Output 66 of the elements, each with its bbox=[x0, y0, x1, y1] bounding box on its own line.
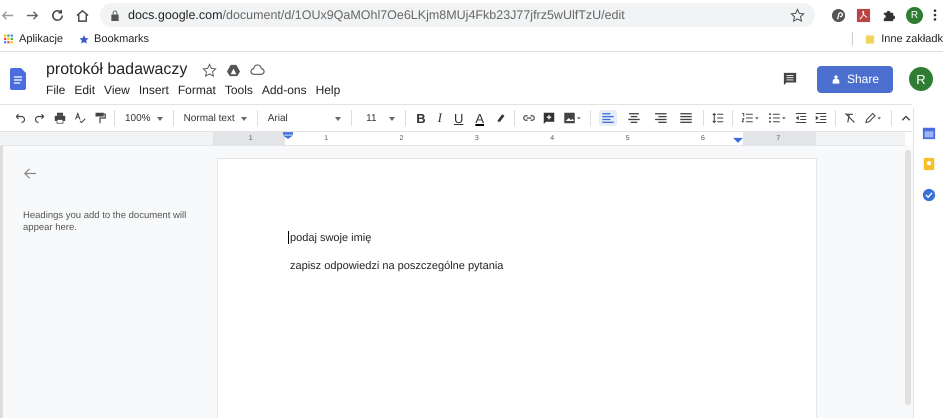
pencil-icon[interactable] bbox=[864, 112, 883, 124]
person-icon bbox=[830, 74, 841, 84]
indent-marker-icon[interactable] bbox=[283, 132, 293, 139]
star-icon[interactable] bbox=[79, 34, 90, 44]
clear-formatting-icon[interactable] bbox=[844, 112, 856, 124]
increase-indent-icon[interactable] bbox=[815, 112, 827, 124]
scrollbar[interactable] bbox=[905, 150, 911, 405]
menu-item[interactable]: Edit bbox=[74, 83, 96, 97]
calendar-icon[interactable] bbox=[922, 126, 936, 140]
profile-avatar[interactable]: R bbox=[906, 6, 923, 24]
home-icon[interactable] bbox=[75, 8, 90, 22]
link-icon[interactable] bbox=[523, 112, 535, 124]
numbered-list-icon[interactable] bbox=[741, 112, 760, 124]
text-color-button[interactable]: A bbox=[473, 110, 486, 126]
bold-button[interactable]: B bbox=[414, 110, 428, 126]
paragraph: zapisz odpowiedzi na poszczególne pytania bbox=[290, 260, 504, 272]
image-icon[interactable] bbox=[563, 112, 582, 124]
pin-extension-icon[interactable] bbox=[831, 8, 846, 22]
tasks-icon[interactable] bbox=[922, 188, 936, 202]
comment-icon[interactable] bbox=[782, 72, 797, 86]
cloud-icon[interactable] bbox=[250, 62, 266, 78]
star-icon[interactable] bbox=[790, 8, 805, 22]
redo-icon[interactable] bbox=[34, 112, 46, 124]
account-avatar[interactable]: R bbox=[909, 67, 933, 91]
spellcheck-icon[interactable] bbox=[74, 112, 86, 124]
line-spacing-icon[interactable] bbox=[712, 112, 724, 124]
underline-button[interactable]: U bbox=[452, 110, 466, 126]
menu-item[interactable]: Help bbox=[316, 83, 340, 97]
paragraph: podaj swoje imię bbox=[290, 232, 372, 244]
bookmark-link[interactable]: Bookmarks bbox=[94, 33, 150, 45]
pdf-extension-icon[interactable] bbox=[856, 8, 871, 22]
menu-item[interactable]: Format bbox=[178, 83, 216, 97]
document-page[interactable]: podaj swoje imię zapisz odpowiedzi na poszczególne pytania bbox=[217, 158, 817, 418]
menu-icon[interactable] bbox=[933, 8, 937, 22]
add-comment-icon[interactable] bbox=[543, 112, 555, 124]
back-arrow-icon[interactable] bbox=[23, 166, 38, 181]
bulleted-list-icon[interactable] bbox=[768, 112, 787, 124]
menu-item[interactable]: Tools bbox=[224, 83, 253, 97]
bookmark-folder[interactable]: Inne zakładk bbox=[881, 33, 943, 45]
paint-format-icon[interactable] bbox=[94, 112, 106, 124]
docs-logo-icon[interactable] bbox=[10, 68, 26, 90]
menu-item[interactable]: Insert bbox=[138, 83, 169, 97]
lock-icon bbox=[110, 10, 120, 20]
align-left-button[interactable] bbox=[599, 110, 617, 126]
italic-button[interactable]: I bbox=[436, 110, 444, 126]
outline-hint: Headings you add to the document will appear here. bbox=[23, 210, 188, 235]
menu-item[interactable]: Add-ons bbox=[262, 83, 307, 97]
print-icon[interactable] bbox=[54, 112, 66, 124]
decrease-indent-icon[interactable] bbox=[795, 112, 807, 124]
text-cursor bbox=[288, 231, 289, 244]
drive-icon[interactable] bbox=[226, 62, 242, 78]
menu-item[interactable]: File bbox=[46, 83, 66, 97]
undo-icon[interactable] bbox=[14, 112, 26, 124]
menu-item[interactable]: View bbox=[104, 83, 130, 97]
bookmark-link[interactable]: Aplikacje bbox=[19, 33, 64, 45]
address-bar[interactable]: docs.google.com/document/d/1OUx9QaMOhl7Oe6LKjm8MUj4Fkb23J77jfrz5wUlfTzU/edit bbox=[100, 3, 815, 27]
document-title[interactable]: protokół badawaczy bbox=[46, 61, 188, 79]
reload-icon[interactable] bbox=[50, 8, 65, 22]
font-size-dropdown[interactable]: 11 bbox=[360, 112, 398, 124]
share-button[interactable]: Share bbox=[816, 66, 893, 92]
apps-icon[interactable] bbox=[4, 34, 14, 44]
font-dropdown[interactable]: Arial bbox=[266, 112, 344, 124]
zoom-dropdown[interactable]: 100% bbox=[123, 112, 165, 124]
star-icon[interactable] bbox=[202, 62, 218, 78]
indent-marker-icon[interactable] bbox=[733, 136, 743, 143]
style-dropdown[interactable]: Normal text bbox=[182, 112, 249, 124]
